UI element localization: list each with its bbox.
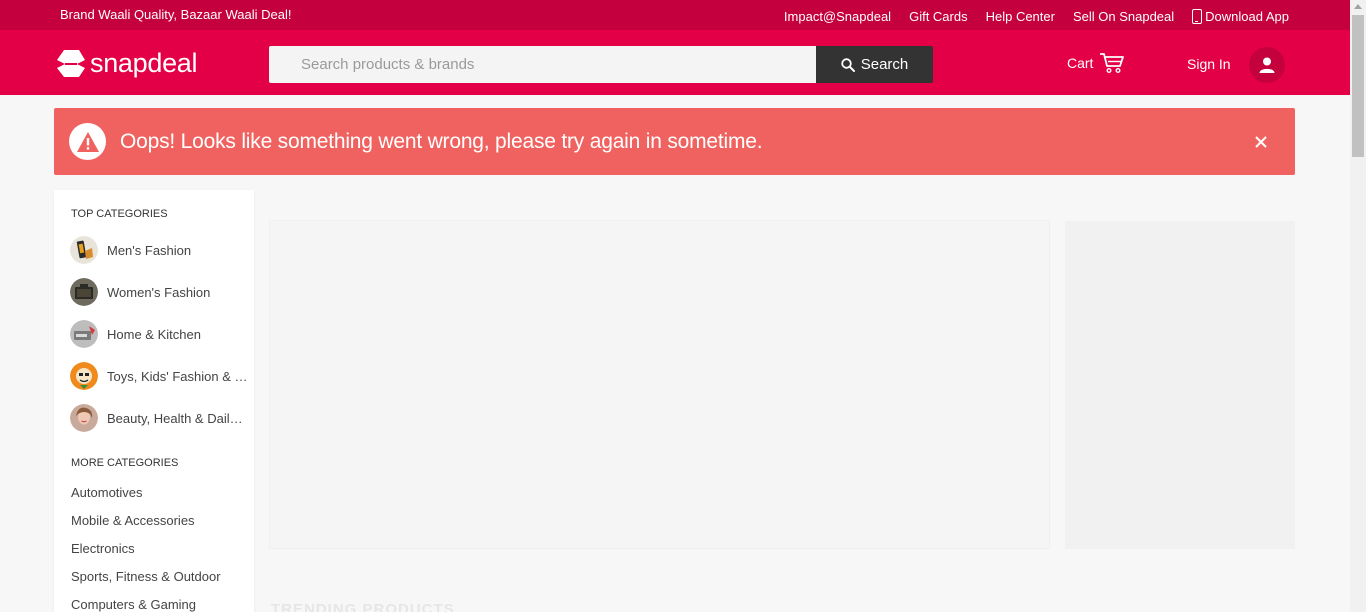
category-item-toys[interactable]: Toys, Kids' Fashion & more: [70, 362, 248, 390]
download-app-link[interactable]: Download App: [1192, 9, 1289, 24]
womens-fashion-thumb: [70, 278, 98, 306]
toys-thumb: [70, 362, 98, 390]
category-item-womens-fashion[interactable]: Women's Fashion: [70, 278, 248, 306]
phone-icon: [1192, 9, 1203, 24]
category-item-mens-fashion[interactable]: Men's Fashion: [70, 236, 248, 264]
more-category-mobile[interactable]: Mobile & Accessories: [71, 513, 195, 528]
cart-icon: [1100, 53, 1125, 74]
warning-icon: [76, 131, 99, 152]
sell-on-snapdeal-link[interactable]: Sell On Snapdeal: [1073, 9, 1174, 24]
cart-label: Cart: [1067, 55, 1094, 71]
hero-banner-placeholder: [269, 220, 1050, 549]
search-button-label: Search: [860, 56, 909, 73]
page-scrollbar[interactable]: [1350, 0, 1366, 612]
scrollbar-thumb[interactable]: [1352, 15, 1364, 157]
more-category-sports[interactable]: Sports, Fitness & Outdoor: [71, 569, 221, 584]
search-icon: [841, 57, 855, 72]
trending-products-title: TRENDING PRODUCTS: [271, 601, 455, 612]
home-kitchen-thumb: [70, 320, 98, 348]
mens-fashion-thumb: [70, 236, 98, 264]
tagline: Brand Waali Quality, Bazaar Waali Deal!: [60, 7, 292, 22]
user-icon: [1259, 57, 1275, 73]
snapdeal-logo-icon: [57, 50, 85, 77]
category-label: Toys, Kids' Fashion & more: [107, 368, 248, 384]
error-banner: Oops! Looks like something went wrong, p…: [54, 108, 1295, 175]
logo-text: snapdeal: [90, 48, 198, 78]
user-avatar-button[interactable]: [1249, 47, 1285, 83]
error-circle: [69, 123, 106, 160]
download-app-label: Download App: [1205, 9, 1289, 24]
category-item-home-kitchen[interactable]: Home & Kitchen: [70, 320, 248, 348]
header: snapdeal Search Cart Sign In: [0, 30, 1350, 95]
impact-link[interactable]: Impact@Snapdeal: [784, 9, 891, 24]
cart-button[interactable]: Cart: [1067, 52, 1125, 74]
category-label: Men's Fashion: [107, 242, 192, 258]
category-label: Home & Kitchen: [107, 326, 201, 342]
category-label: Women's Fashion: [107, 284, 211, 300]
category-item-beauty-health[interactable]: Beauty, Health & Daily Needs: [70, 404, 248, 432]
side-banner-placeholder: [1065, 221, 1295, 549]
more-category-computers[interactable]: Computers & Gaming: [71, 597, 196, 612]
scroll-up-arrow-icon[interactable]: [1354, 4, 1362, 9]
more-category-electronics[interactable]: Electronics: [71, 541, 135, 556]
error-message: Oops! Looks like something went wrong, p…: [120, 130, 763, 153]
beauty-thumb: [70, 404, 98, 432]
snapdeal-logo[interactable]: snapdeal: [55, 48, 198, 79]
top-links: Impact@Snapdeal Gift Cards Help Center S…: [784, 9, 1289, 24]
search-input[interactable]: [269, 46, 816, 83]
search-box: [269, 46, 816, 83]
sign-in-link[interactable]: Sign In: [1187, 56, 1231, 72]
search-button[interactable]: Search: [816, 46, 933, 83]
top-categories-title: TOP CATEGORIES: [71, 208, 168, 220]
close-icon[interactable]: [1253, 134, 1269, 150]
help-center-link[interactable]: Help Center: [986, 9, 1055, 24]
more-category-automotives[interactable]: Automotives: [71, 485, 143, 500]
top-strip: Brand Waali Quality, Bazaar Waali Deal! …: [0, 0, 1350, 30]
category-label: Beauty, Health & Daily Needs: [107, 410, 248, 426]
gift-cards-link[interactable]: Gift Cards: [909, 9, 968, 24]
category-sidebar: TOP CATEGORIES Men's Fashion Women's Fas…: [54, 190, 254, 612]
more-categories-title: MORE CATEGORIES: [71, 457, 179, 469]
